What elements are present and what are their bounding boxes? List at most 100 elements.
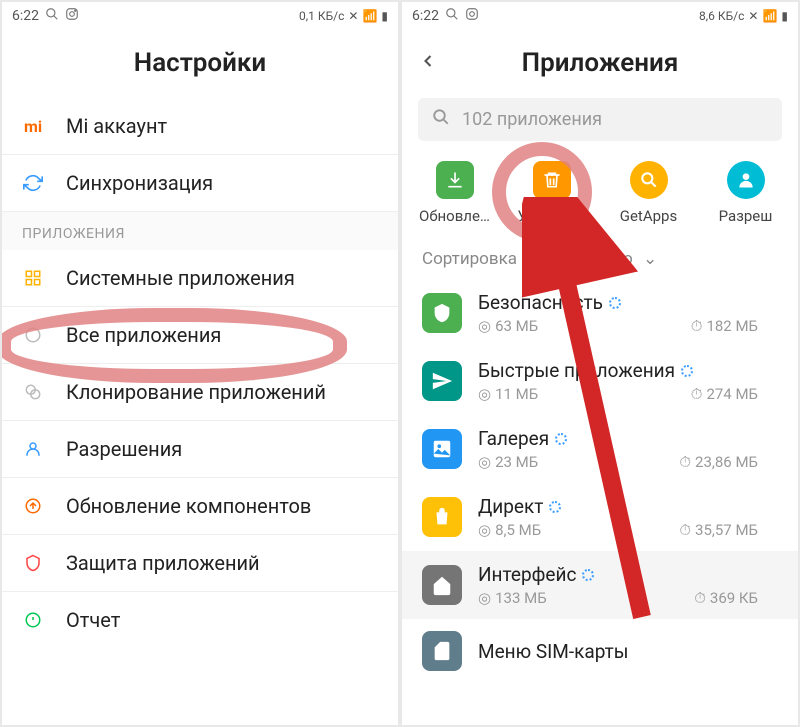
disk-icon: ◎ [478, 521, 491, 539]
sim-icon [422, 631, 462, 671]
clock-icon: ⏱ [679, 521, 691, 539]
signal-icon: 📶 [762, 9, 777, 23]
item-label: Обновление компонентов [66, 494, 311, 518]
apps-screen: 6:22 8,6 КБ/с ✕ 📶 ▮ Приложения 102 прило… [402, 2, 798, 725]
item-label: Разрешения [66, 437, 182, 461]
action-getapps[interactable]: GetApps [609, 161, 689, 225]
status-bar: 6:22 0,1 КБ/с ✕ 📶 ▮ [2, 2, 398, 30]
item-label: Mi аккаунт [66, 114, 167, 138]
person-icon [22, 438, 44, 460]
clock-icon: ⏱ [679, 453, 691, 471]
item-label: Все приложения [66, 323, 221, 347]
back-button[interactable] [418, 51, 438, 77]
battery-icon: ▮ [381, 9, 388, 23]
search-icon [432, 108, 450, 131]
signal-icon: 📶 [362, 9, 377, 23]
instagram-icon [465, 7, 479, 25]
app-row-interface[interactable]: Интерфейс ◎133 МБ ⏱369 КБ [402, 551, 798, 619]
settings-screen: 6:22 0,1 КБ/с ✕ 📶 ▮ Настройки mi Mi акка… [2, 2, 398, 725]
action-permissions[interactable]: Разреш [706, 161, 786, 225]
app-name: Быстрые приложения [478, 359, 675, 382]
app-name: Галерея [478, 427, 549, 450]
action-label: Удаление [518, 207, 586, 225]
clock-icon: ⏱ [694, 589, 706, 607]
search-chat-icon [630, 161, 668, 199]
action-updates[interactable]: Обновле… [415, 161, 495, 225]
search-placeholder: 102 приложения [462, 109, 602, 130]
sync-item[interactable]: Синхронизация [2, 155, 398, 212]
page-title: Приложения [402, 48, 798, 78]
disk-icon: ◎ [478, 453, 491, 471]
loading-icon [681, 365, 693, 377]
search-icon [445, 7, 459, 25]
shield-icon [22, 552, 44, 574]
app-row-gallery[interactable]: Галерея ◎23 МБ ⏱23,86 МБ [402, 415, 798, 483]
app-name: Безопасность [478, 291, 603, 314]
search-bar[interactable]: 102 приложения [418, 98, 782, 141]
item-label: Клонирование приложений [66, 380, 326, 404]
report-icon [22, 609, 44, 631]
item-label: Отчет [66, 608, 120, 632]
sort-label: Сортировка по состоянию [422, 249, 633, 269]
action-row: Обновле… Удаление GetApps Разреш [402, 151, 798, 239]
section-apps: ПРИЛОЖЕНИЯ [2, 212, 398, 250]
apps-header: Приложения [402, 30, 798, 98]
item-label: Защита приложений [66, 551, 260, 575]
action-label: GetApps [620, 207, 677, 225]
disk-icon: ◎ [478, 317, 491, 335]
action-delete[interactable]: Удаление [512, 161, 592, 225]
circle-icon [22, 324, 44, 346]
loading-icon [555, 433, 567, 445]
trash-icon [533, 161, 571, 199]
status-time: 6:22 [412, 8, 439, 24]
app-name: Интерфейс [478, 563, 576, 586]
app-protection-item[interactable]: Защита приложений [2, 535, 398, 592]
page-title: Настройки [2, 48, 398, 78]
item-label: Синхронизация [66, 171, 213, 195]
action-label: Разреш [719, 207, 773, 225]
no-sim-icon: ✕ [748, 9, 758, 23]
clone-apps-item[interactable]: Клонирование приложений [2, 364, 398, 421]
settings-header: Настройки [2, 30, 398, 98]
send-icon [422, 361, 462, 401]
app-name: Меню SIM-карты [478, 640, 629, 663]
chevron-down-icon: ⌄ [643, 249, 657, 269]
no-sim-icon: ✕ [348, 9, 358, 23]
bag-icon [422, 497, 462, 537]
battery-icon: ▮ [781, 9, 788, 23]
disk-icon: ◎ [478, 385, 491, 403]
component-update-item[interactable]: Обновление компонентов [2, 478, 398, 535]
app-row-quickapps[interactable]: Быстрые приложения ◎11 МБ ⏱274 МБ [402, 347, 798, 415]
loading-icon [609, 297, 621, 309]
person-icon [727, 161, 765, 199]
status-speed: 8,6 КБ/с [699, 9, 744, 23]
report-item[interactable]: Отчет [2, 592, 398, 648]
permissions-item[interactable]: Разрешения [2, 421, 398, 478]
instagram-icon [65, 7, 79, 25]
search-icon [45, 7, 59, 25]
mi-icon: mi [22, 115, 44, 137]
app-row-sim[interactable]: Меню SIM-карты [402, 619, 798, 683]
status-speed: 0,1 КБ/с [299, 9, 344, 23]
mi-account-item[interactable]: mi Mi аккаунт [2, 98, 398, 155]
update-icon [22, 495, 44, 517]
loading-icon [549, 501, 561, 513]
sync-icon [22, 172, 44, 194]
status-bar: 6:22 8,6 КБ/с ✕ 📶 ▮ [402, 2, 798, 30]
all-apps-item[interactable]: Все приложения [2, 307, 398, 364]
app-name: Директ [478, 495, 543, 518]
item-label: Системные приложения [66, 266, 295, 290]
app-row-direct[interactable]: Директ ◎8,5 МБ ⏱35,57 МБ [402, 483, 798, 551]
grid-icon [22, 267, 44, 289]
sort-dropdown[interactable]: Сортировка по состоянию ⌄ [402, 239, 798, 279]
home-icon [422, 565, 462, 605]
system-apps-item[interactable]: Системные приложения [2, 250, 398, 307]
download-icon [436, 161, 474, 199]
disk-icon: ◎ [478, 589, 491, 607]
image-icon [422, 429, 462, 469]
clock-icon: ⏱ [691, 317, 703, 335]
app-row-security[interactable]: Безопасность ◎63 МБ ⏱182 МБ [402, 279, 798, 347]
status-time: 6:22 [12, 8, 39, 24]
action-label: Обновле… [419, 207, 490, 225]
loading-icon [582, 569, 594, 581]
